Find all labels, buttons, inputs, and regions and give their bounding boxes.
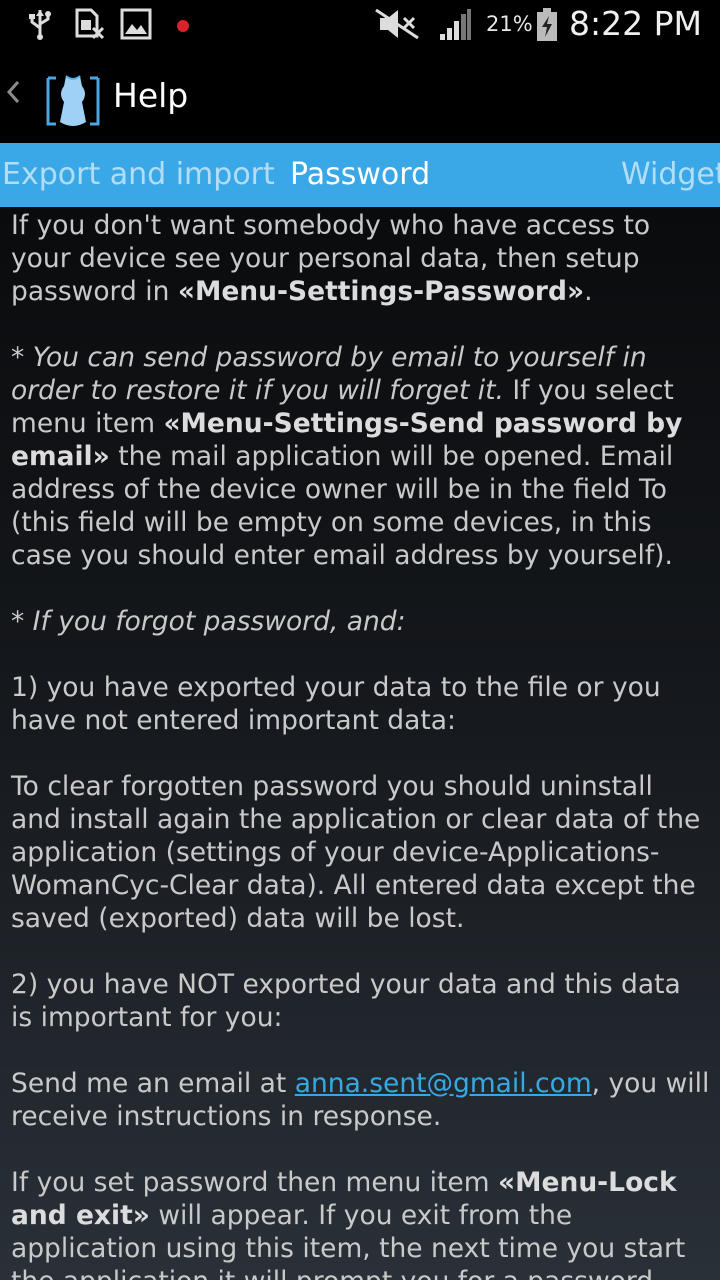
page-title: Help [113,76,189,115]
paragraph-case-not-exported: 2) you have NOT exported your data and t… [11,969,681,1033]
paragraph-send-email: Send me an email at anna.sent@gmail.com,… [11,1068,710,1132]
email-link[interactable]: anna.sent@gmail.com [295,1068,592,1099]
tab-strip: Export and import Password Widget [0,143,720,207]
battery-charging-icon [536,8,558,46]
tab-export-and-import[interactable]: Export and import [2,157,275,192]
signal-icon [438,8,472,46]
status-bar: 21% 8:22 PM [0,0,720,50]
record-dot-icon [176,18,190,37]
gallery-icon [120,8,152,44]
paragraph-setup-password: If you don't want somebody who have acce… [11,210,651,307]
paragraph-forgot-password: * If you forgot password, and: [11,606,406,637]
chevron-left-icon [6,80,20,104]
tab-widget[interactable]: Widget [621,157,720,192]
clock: 8:22 PM [569,4,702,43]
usb-icon [26,8,54,44]
paragraph-lock-and-exit: If you set password then menu item «Menu… [11,1167,686,1280]
action-bar: Help [0,50,720,143]
paragraph-clear-password: To clear forgotten password you should u… [11,771,701,934]
back-button[interactable] [6,78,20,111]
battery-percent: 21% [486,12,533,36]
help-content[interactable]: If you don't want somebody who have acce… [0,207,720,1280]
help-text: If you don't want somebody who have acce… [0,207,720,1280]
app-logo-icon[interactable] [44,72,102,128]
menu-path-password: «Menu-Settings-Password» [177,276,585,307]
no-sim-icon [73,8,105,44]
mute-icon [374,8,422,44]
paragraph-send-password: * You can send password by email to your… [11,342,683,571]
paragraph-case-exported: 1) you have exported your data to the fi… [11,672,661,736]
tab-password[interactable]: Password [290,157,430,192]
